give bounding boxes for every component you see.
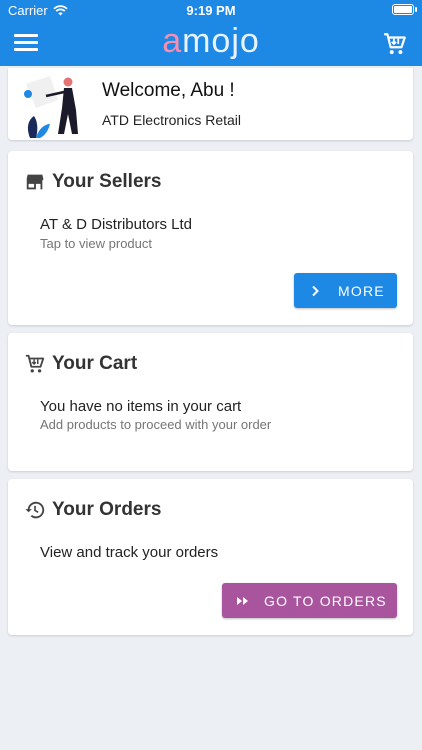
cart-empty-message: You have no items in your cart (40, 398, 242, 415)
clock: 9:19 PM (186, 3, 236, 18)
cart-icon[interactable] (382, 31, 408, 57)
orders-header: Your Orders (24, 499, 161, 521)
cart-header: Your Cart (24, 353, 137, 375)
welcome-title: Welcome, Abu ! (102, 80, 235, 101)
cart-title: Your Cart (52, 353, 138, 374)
battery-tip (415, 7, 417, 12)
more-button-label: MORE (338, 282, 385, 299)
seller-name[interactable]: AT & D Distributors Ltd (40, 216, 192, 233)
welcome-illustration (24, 76, 78, 138)
chevron-right-icon (312, 285, 319, 296)
logo-text: mojo (182, 22, 260, 60)
cart-empty-hint: Add products to proceed with your order (40, 417, 272, 432)
go-to-orders-label: GO TO ORDERS (264, 592, 387, 609)
orders-description: View and track your orders (40, 544, 219, 561)
orders-card: Your Orders View and track your orders G… (8, 479, 413, 635)
store-icon (26, 174, 44, 190)
status-bar: Carrier 9:19 PM (0, 0, 422, 20)
sellers-header: Your Sellers (24, 171, 161, 193)
more-button[interactable]: MORE (294, 273, 397, 308)
sellers-title: Your Sellers (52, 171, 162, 192)
go-to-orders-button[interactable]: GO TO ORDERS (222, 583, 397, 618)
business-name: ATD Electronics Retail (102, 112, 242, 128)
app-bar: amojo (0, 20, 422, 66)
logo-accent-letter: a (162, 22, 183, 60)
welcome-card: Welcome, Abu ! ATD Electronics Retail (8, 68, 413, 140)
fast-forward-icon (237, 596, 248, 605)
history-icon (25, 501, 45, 519)
battery-icon (392, 4, 414, 15)
sellers-card: Your Sellers AT & D Distributors Ltd Tap… (8, 151, 413, 325)
orders-title: Your Orders (52, 499, 162, 520)
seller-hint: Tap to view product (40, 236, 153, 251)
cart-icon (25, 354, 45, 373)
app-logo: amojo (0, 22, 422, 60)
cart-card: Your Cart You have no items in your cart… (8, 333, 413, 471)
